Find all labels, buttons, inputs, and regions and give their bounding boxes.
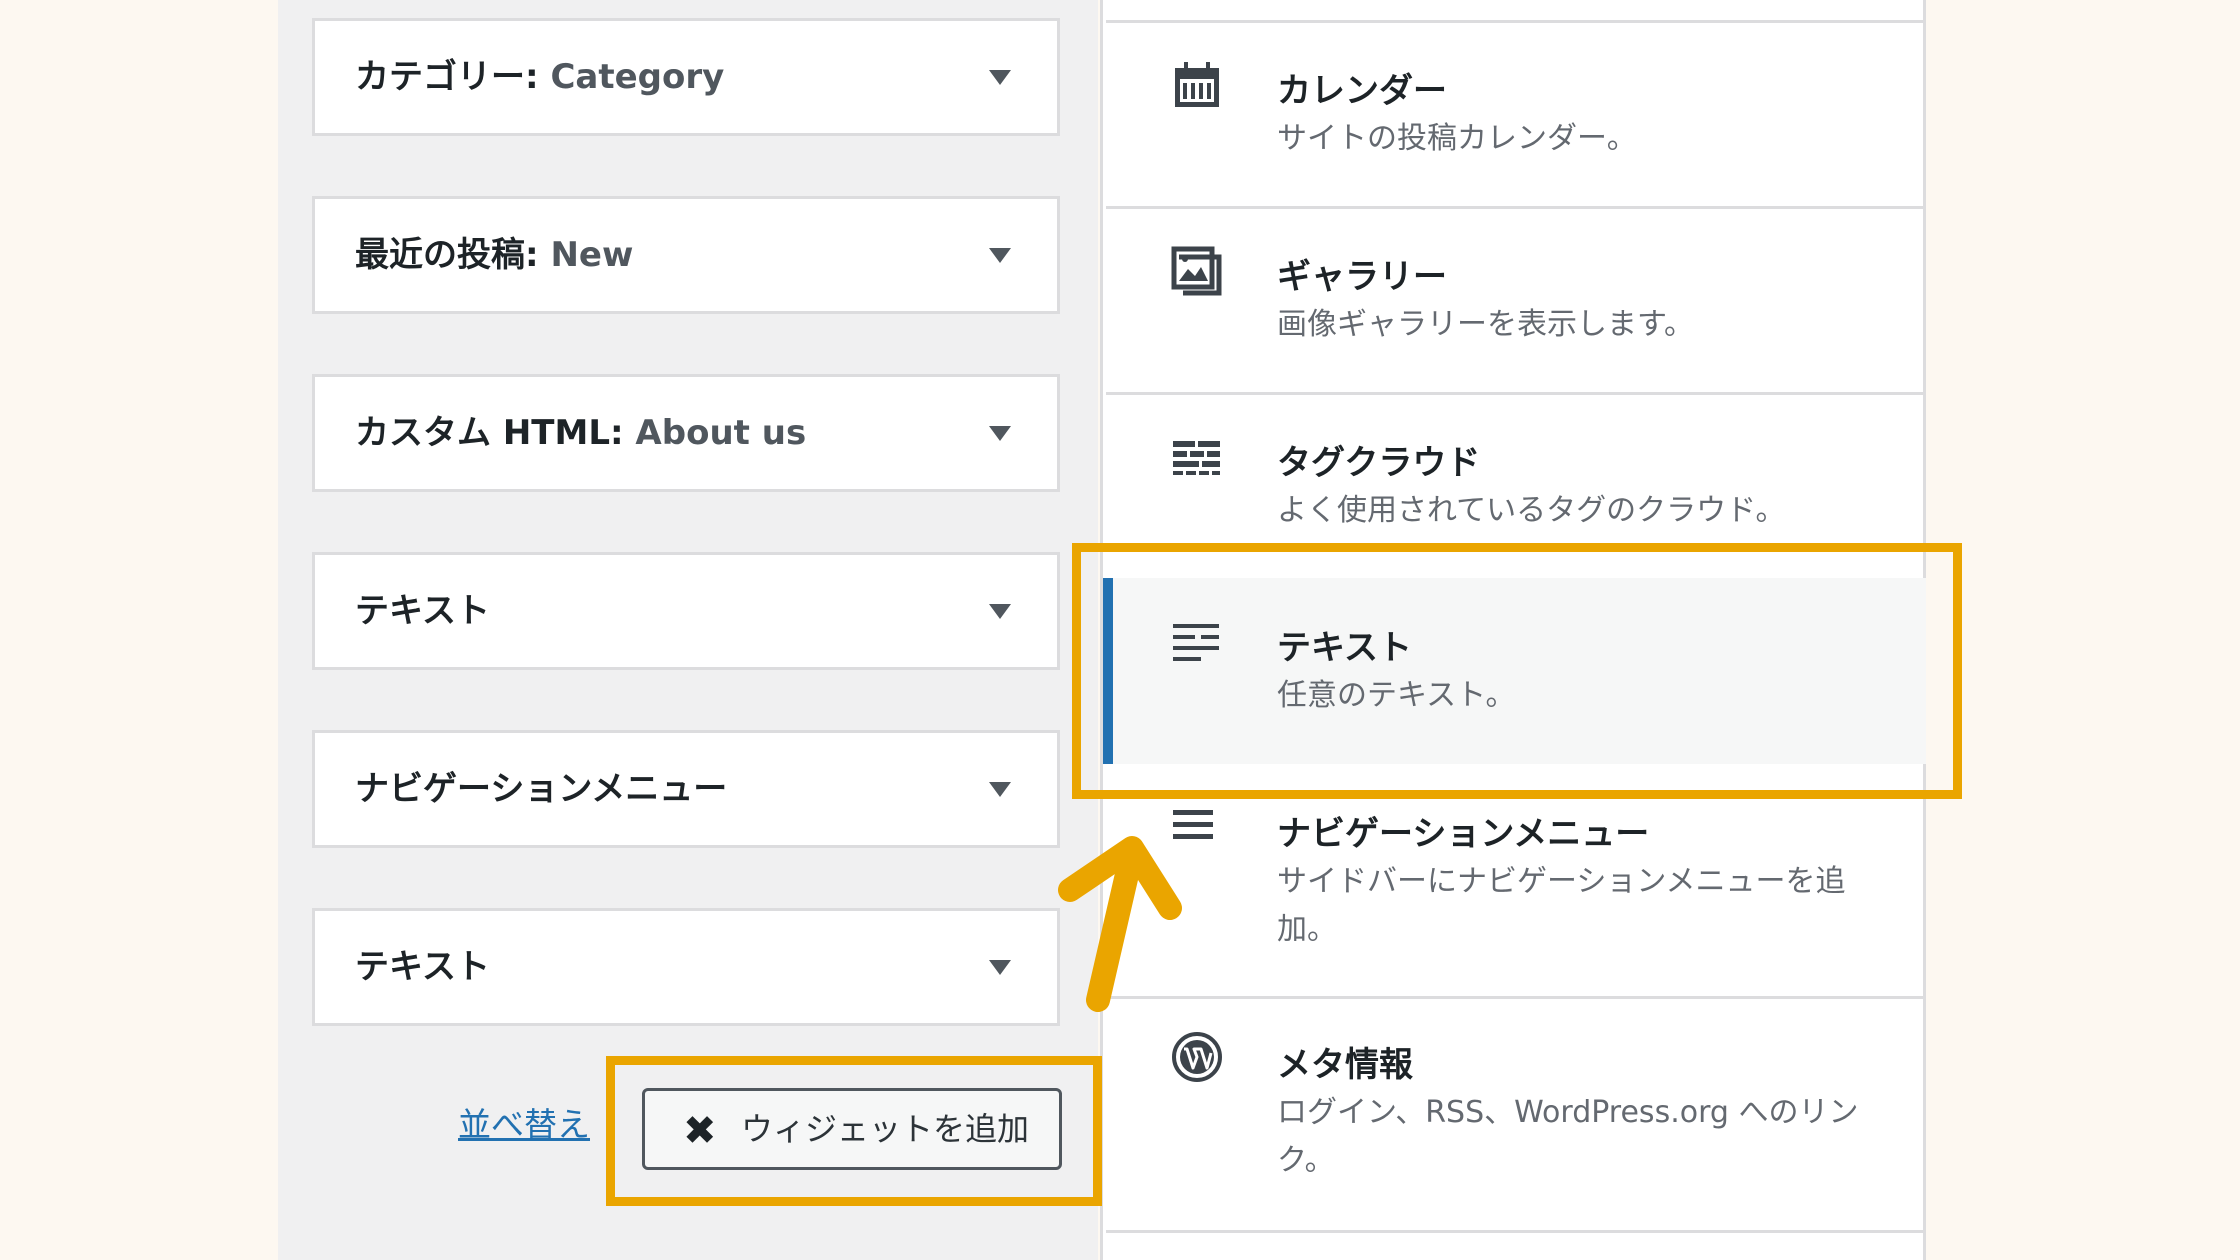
widget-choice-gallery[interactable]: ギャラリー 画像ギャラリーを表示します。 xyxy=(1103,209,1926,392)
widget-choice-desc: 画像ギャラリーを表示します。 xyxy=(1277,307,1694,342)
widget-choice-text[interactable]: テキスト 任意のテキスト。 xyxy=(1103,578,1926,764)
widget-choice-nav-menu[interactable]: ナビゲーションメニュー サイドバーにナビゲーションメニューを追加。 xyxy=(1103,764,1926,996)
widget-recent-posts[interactable]: 最近の投稿: New xyxy=(312,196,1060,314)
widget-choice-desc: サイドバーにナビゲーションメニューを追加。 xyxy=(1277,864,1846,947)
widget-choice-desc: サイトの投稿カレンダー。 xyxy=(1277,121,1637,156)
expand-arrow-icon[interactable] xyxy=(989,604,1011,619)
widget-choice-calendar[interactable]: カレンダー サイトの投稿カレンダー。 xyxy=(1103,23,1926,206)
widget-choice-name: カレンダー xyxy=(1277,71,1447,111)
widget-custom-html[interactable]: カスタム HTML: About us xyxy=(312,374,1060,492)
widget-choice-desc: よく使用されているタグのクラウド。 xyxy=(1277,493,1786,528)
tag-cloud-icon xyxy=(1173,441,1220,475)
widget-choice-name: ギャラリー xyxy=(1277,257,1447,297)
widget-choice-name: ナビゲーションメニュー xyxy=(1277,814,1650,854)
widget-choice-name: タグクラウド xyxy=(1277,443,1481,483)
pointer-arrow-icon xyxy=(1058,836,1182,1012)
widget-text[interactable]: テキスト xyxy=(312,908,1060,1026)
expand-arrow-icon[interactable] xyxy=(989,782,1011,797)
widget-choice-name: メタ情報 xyxy=(1277,1045,1413,1085)
widget-title: カスタム HTML: About us xyxy=(355,413,807,453)
expand-arrow-icon[interactable] xyxy=(989,426,1011,441)
widget-title: テキスト xyxy=(355,591,490,631)
expand-arrow-icon[interactable] xyxy=(989,960,1011,975)
calendar-icon xyxy=(1175,62,1219,107)
widget-title: テキスト xyxy=(355,947,490,987)
text-icon xyxy=(1173,624,1219,661)
wordpress-icon xyxy=(1172,1032,1222,1082)
divider xyxy=(1106,1230,1926,1233)
widget-choice-meta[interactable]: メタ情報 ログイン、RSS、WordPress.org へのリンク。 xyxy=(1103,999,1926,1230)
widget-title: カテゴリー: Category xyxy=(355,57,725,97)
widget-nav-menu[interactable]: ナビゲーションメニュー xyxy=(312,730,1060,848)
widget-choice-desc: 任意のテキスト。 xyxy=(1277,678,1516,713)
widget-category[interactable]: カテゴリー: Category xyxy=(312,18,1060,136)
add-widget-button[interactable]: ✖ ウィジェットを追加 xyxy=(642,1088,1062,1170)
expand-arrow-icon[interactable] xyxy=(989,248,1011,263)
reorder-link[interactable]: 並べ替え xyxy=(458,1098,590,1146)
close-icon: ✖ xyxy=(683,1108,717,1154)
widget-title: ナビゲーションメニュー xyxy=(355,769,728,809)
widget-text[interactable]: テキスト xyxy=(312,552,1060,670)
widget-choice-tag-cloud[interactable]: タグクラウド よく使用されているタグのクラウド。 xyxy=(1103,395,1926,575)
selected-indicator xyxy=(1103,578,1113,764)
widget-choice-desc: ログイン、RSS、WordPress.org へのリンク。 xyxy=(1277,1095,1859,1178)
gallery-icon xyxy=(1171,246,1222,296)
expand-arrow-icon[interactable] xyxy=(989,70,1011,85)
widget-choice-name: テキスト xyxy=(1277,628,1412,668)
add-widget-label: ウィジェットを追加 xyxy=(741,1110,1030,1148)
widget-title: 最近の投稿: New xyxy=(355,235,634,275)
